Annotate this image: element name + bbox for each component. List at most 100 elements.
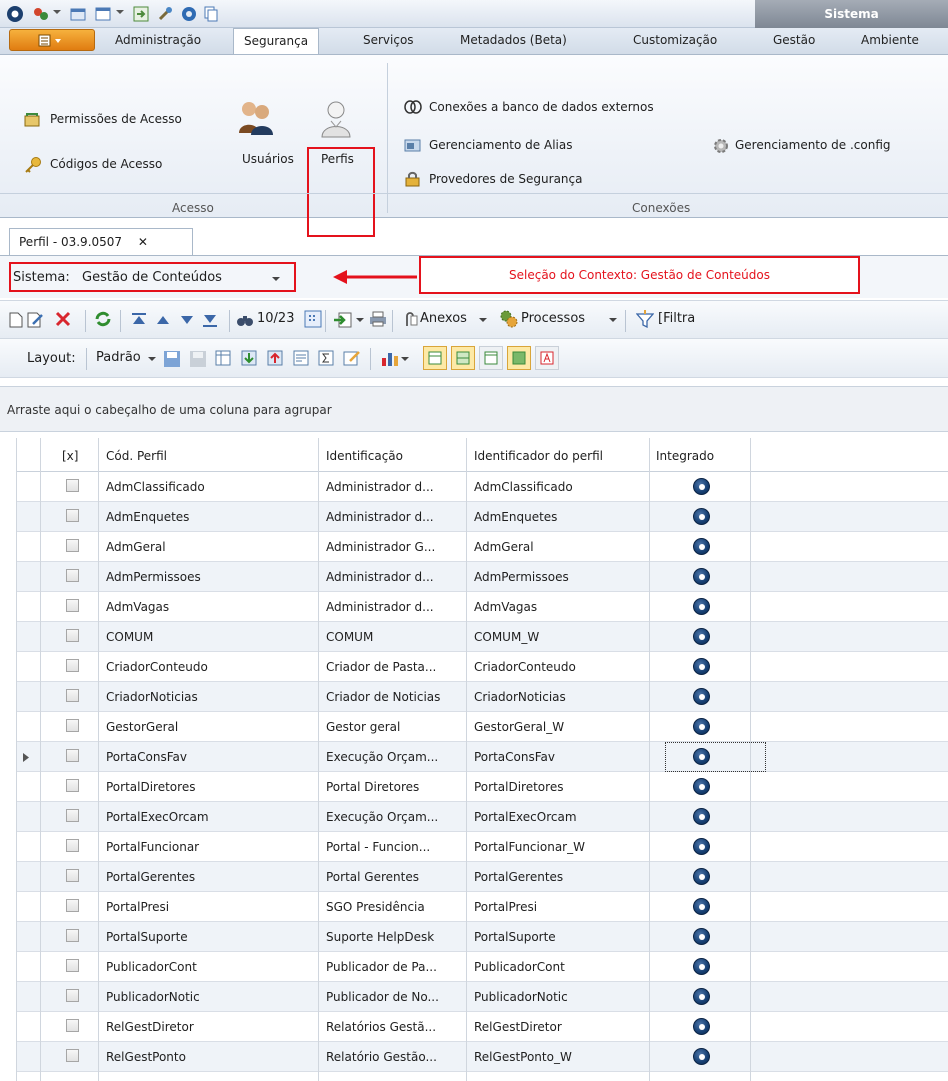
document-tab[interactable]: Perfil - 03.9.0507 ✕ [9,228,193,256]
row-checkbox[interactable] [66,929,79,942]
tab-servicos[interactable]: Serviços [363,33,414,47]
anexos-dropdown-icon[interactable] [479,317,487,323]
view-toggle-2[interactable] [451,346,475,370]
usuarios-button[interactable]: Usuários [242,152,294,166]
refresh-icon[interactable] [94,310,112,328]
last-record-icon[interactable] [202,313,218,327]
row-checkbox[interactable] [66,839,79,852]
layout-preset-dropdown-icon[interactable] [148,356,156,362]
export-icon[interactable] [133,6,149,22]
row-checkbox[interactable] [66,959,79,972]
tab-gestao[interactable]: Gestão [773,33,815,47]
table-row[interactable]: AdmEnquetes Administrador d... AdmEnquetes [16,502,948,532]
new-record-icon[interactable] [9,312,23,328]
provedores-seguranca-button[interactable]: Provedores de Segurança [429,172,582,186]
next-record-icon[interactable] [180,314,194,326]
app-logo-icon[interactable] [6,5,24,23]
column-header-select[interactable]: [x] [62,449,78,463]
filtrar-button[interactable]: [Filtra [658,311,695,326]
connection-icon[interactable] [32,6,50,22]
group-by-panel[interactable]: Arraste aqui o cabeçalho de uma coluna p… [0,386,948,432]
column-header-integrado[interactable]: Integrado [656,449,714,463]
table-row[interactable]: RelGestDiretor Relatórios Gestã... RelGest… [16,1012,948,1042]
codigos-acesso-button[interactable]: Códigos de Acesso [50,157,162,171]
processos-button[interactable]: Processos [521,311,585,326]
dropdown-arrow-icon[interactable] [53,9,61,15]
row-checkbox[interactable] [66,719,79,732]
layout-preset-select[interactable]: Padrão [96,350,141,365]
first-record-icon[interactable] [131,313,147,327]
conexoes-externos-button[interactable]: Conexões a banco de dados externos [429,100,654,114]
window-icon[interactable] [95,6,111,22]
import-dropdown-icon[interactable] [356,317,364,323]
tab-administracao[interactable]: Administração [115,33,201,47]
copy-icon[interactable] [203,6,219,22]
row-checkbox[interactable] [66,809,79,822]
restore-layout-icon[interactable] [189,350,207,368]
column-header-identificacao[interactable]: Identificação [326,449,403,463]
users-icon[interactable] [236,99,274,135]
table-row[interactable]: COMUM COMUM COMUM_W [16,622,948,652]
table-row[interactable]: PortalDiretores Portal Diretores PortalDir… [16,772,948,802]
row-checkbox[interactable] [66,689,79,702]
tab-ambiente[interactable]: Ambiente [861,33,919,47]
chart-dropdown-icon[interactable] [401,356,409,362]
table-row[interactable]: PortalFuncionar Portal - Funcion... Portal… [16,832,948,862]
grid-view-icon[interactable] [304,310,322,328]
close-tab-icon[interactable]: ✕ [138,235,148,249]
table-row[interactable]: CriadorConteudo Criador de Pasta... Criado… [16,652,948,682]
tools-icon[interactable] [157,6,173,22]
edit-layout-icon[interactable] [343,349,361,367]
table-row[interactable]: AdmClassificado Administrador d... AdmClas… [16,472,948,502]
row-checkbox[interactable] [66,1019,79,1032]
row-checkbox[interactable] [66,479,79,492]
table-row[interactable]: PublicadorNotic Publicador de No... Public… [16,982,948,1012]
save-layout-icon[interactable] [163,350,181,368]
row-checkbox[interactable] [66,539,79,552]
row-checkbox[interactable] [66,989,79,1002]
column-header-identificador[interactable]: Identificador do perfil [474,449,603,463]
table-row[interactable]: AdmGeral Administrador G... AdmGeral [16,532,948,562]
columns-icon[interactable] [215,350,231,366]
gerenciamento-alias-button[interactable]: Gerenciamento de Alias [429,138,572,152]
export-up-icon[interactable] [267,350,283,366]
table-row[interactable]: PortalGerentes Portal Gerentes PortalGeren… [16,862,948,892]
row-checkbox[interactable] [66,869,79,882]
profiles-icon[interactable] [318,99,354,139]
delete-icon[interactable] [55,311,71,327]
table-row[interactable]: PortalExecOrcam Execução Orçam... PortalEx… [16,802,948,832]
view-toggle-1[interactable] [423,346,447,370]
attachment-icon[interactable] [402,311,418,329]
row-checkbox[interactable] [66,899,79,912]
anexos-button[interactable]: Anexos [420,311,467,326]
table-row[interactable]: PublicadorCont Publicador de Pa... Publica… [16,952,948,982]
form-view-icon[interactable] [293,350,309,366]
application-menu-button[interactable] [9,29,95,51]
row-checkbox[interactable] [66,599,79,612]
export-down-icon[interactable] [241,350,257,366]
processos-dropdown-icon[interactable] [609,317,617,323]
row-checkbox[interactable] [66,779,79,792]
view-toggle-3[interactable] [479,346,503,370]
table-row[interactable]: PortalPresi SGO Presidência PortalPresi [16,892,948,922]
table-row[interactable]: AdmVagas Administrador d... AdmVagas [16,592,948,622]
sum-icon[interactable] [318,350,334,366]
print-icon[interactable] [369,311,387,327]
new-window-icon[interactable] [70,6,86,22]
row-checkbox[interactable] [66,509,79,522]
table-row[interactable]: PortalSuporte Suporte HelpDesk PortalSupor… [16,922,948,952]
tab-seguranca[interactable]: Segurança [233,28,320,55]
row-checkbox[interactable] [66,629,79,642]
chart-icon[interactable] [380,349,400,367]
table-row[interactable]: GestorGeral Gestor geral GestorGeral_W [16,712,948,742]
row-checkbox[interactable] [66,569,79,582]
table-row[interactable]: CriadorNoticias Criador de Noticias Criado… [16,682,948,712]
gerenciamento-config-button[interactable]: Gerenciamento de .config [735,138,891,152]
processes-gears-icon[interactable] [499,309,519,329]
permissoes-acesso-button[interactable]: Permissões de Acesso [50,112,182,126]
table-row[interactable]: AdmPermissoes Administrador d... AdmPermis… [16,562,948,592]
row-checkbox[interactable] [66,1049,79,1062]
edit-record-icon[interactable] [27,311,45,329]
table-row[interactable]: PortaConsFav Execução Orçam... PortaConsFa… [16,742,948,772]
row-checkbox[interactable] [66,749,79,762]
